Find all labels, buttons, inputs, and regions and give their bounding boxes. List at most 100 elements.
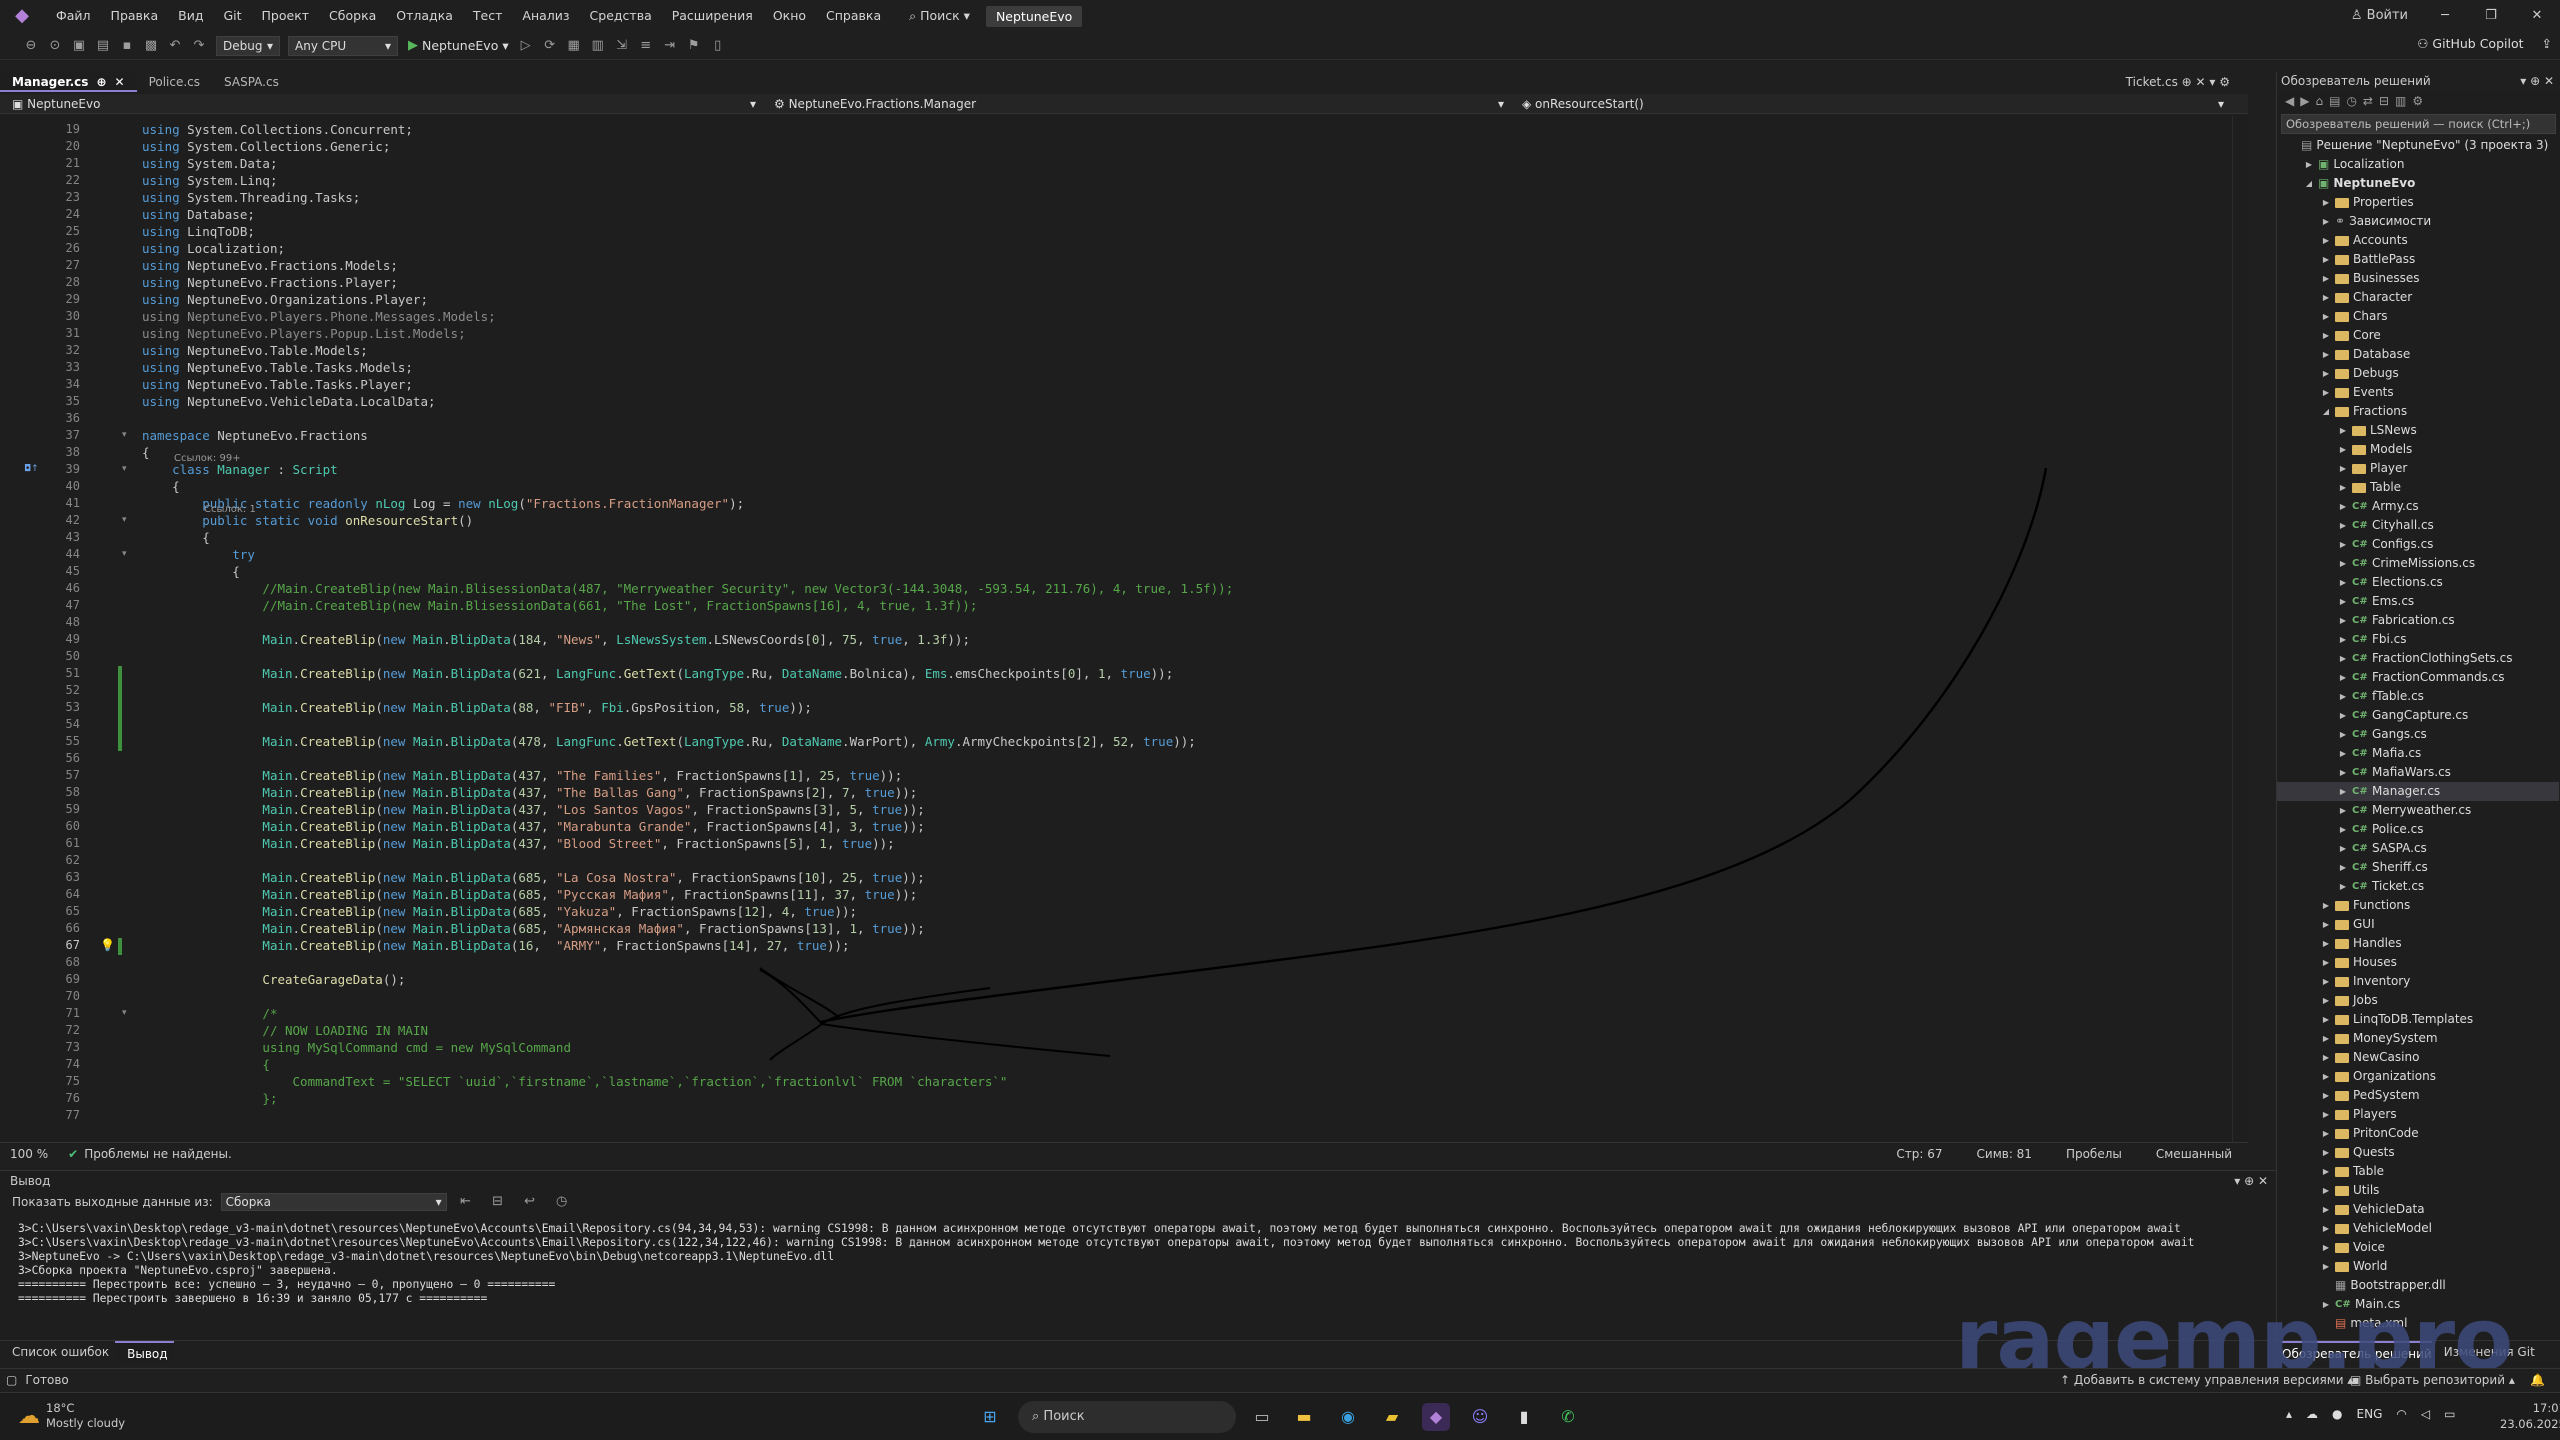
redo-icon[interactable]: ↷ <box>188 35 210 57</box>
platform-select[interactable]: Any CPU ▾ <box>288 35 398 56</box>
expand-chevron-icon[interactable]: ▶ <box>2321 915 2331 934</box>
maximize-button[interactable]: ❐ <box>2468 0 2514 32</box>
solution-tree-item[interactable]: ▶ Table <box>2321 1162 2384 1181</box>
solution-tree-item[interactable]: ▶ C# CrimeMissions.cs <box>2338 554 2475 573</box>
expand-chevron-icon[interactable]: ▶ <box>2321 896 2331 915</box>
expand-chevron-icon[interactable]: ▶ <box>2338 649 2348 668</box>
expand-chevron-icon[interactable]: ▶ <box>2338 668 2348 687</box>
code-line[interactable]: namespace NeptuneEvo.Fractions <box>142 428 368 443</box>
expand-chevron-icon[interactable]: ▶ <box>2304 155 2314 174</box>
code-line[interactable]: using Database; <box>142 207 255 222</box>
language-indicator[interactable]: ENG <box>2357 1407 2383 1421</box>
expand-chevron-icon[interactable]: ▶ <box>2338 421 2348 440</box>
code-line[interactable]: try <box>142 547 255 562</box>
solution-tree-item[interactable]: ▶ Businesses <box>2321 269 2420 288</box>
solution-name-badge[interactable]: NeptuneEvo <box>985 5 1083 27</box>
open-icon[interactable]: ▤ <box>92 35 114 57</box>
expand-chevron-icon[interactable]: ▶ <box>2338 554 2348 573</box>
code-line[interactable]: using NeptuneEvo.Organizations.Player; <box>142 292 428 307</box>
solution-tree-item[interactable]: ▶ Quests <box>2321 1143 2395 1162</box>
code-line[interactable]: Main.CreateBlip(new Main.BlipData(685, "… <box>142 870 924 885</box>
code-line[interactable]: Main.CreateBlip(new Main.BlipData(685, "… <box>142 887 917 902</box>
tab-ticket[interactable]: Ticket.cs ⊕ ✕ ▾ ⚙ <box>2126 72 2230 92</box>
expand-chevron-icon[interactable]: ▶ <box>2321 953 2331 972</box>
code-line[interactable]: { <box>142 1057 270 1072</box>
visual-studio-logo-icon[interactable]: ◆ <box>10 4 34 28</box>
solution-tree-item[interactable]: ▶ BattlePass <box>2321 250 2415 269</box>
menu-item-10[interactable]: Расширения <box>662 0 763 32</box>
code-line[interactable]: { <box>142 564 240 579</box>
step-icon[interactable]: ⇲ <box>611 35 633 57</box>
sync-icon[interactable]: ⇄ <box>2363 94 2373 108</box>
code-line[interactable]: Main.CreateBlip(new Main.BlipData(437, "… <box>142 802 924 817</box>
code-line[interactable]: Main.CreateBlip(new Main.BlipData(685, "… <box>142 904 857 919</box>
solution-tree-item[interactable]: ▶ Table <box>2338 478 2401 497</box>
expand-chevron-icon[interactable]: ▶ <box>2338 782 2348 801</box>
solution-tree-item[interactable]: ▶ Jobs <box>2321 991 2378 1010</box>
expand-chevron-icon[interactable]: ▶ <box>2321 307 2331 326</box>
word-wrap-icon[interactable]: ↩ <box>519 1191 541 1213</box>
class-dropdown[interactable]: ⚙ NeptuneEvo.Fractions.Manager ▾ <box>762 95 1510 113</box>
timestamp-icon[interactable]: ◷ <box>551 1191 573 1213</box>
expand-chevron-icon[interactable]: ▶ <box>2338 497 2348 516</box>
expand-chevron-icon[interactable]: ▶ <box>2338 820 2348 839</box>
expand-chevron-icon[interactable]: ▶ <box>2321 1124 2331 1143</box>
solution-tree-item[interactable]: ▶ World <box>2321 1257 2387 1276</box>
fold-toggle-icon[interactable]: ▾ <box>122 549 127 559</box>
switch-views-icon[interactable]: ▤ <box>2329 94 2340 108</box>
problems-status[interactable]: Проблемы не найдены. <box>84 1147 232 1161</box>
code-line[interactable]: { <box>142 479 180 494</box>
save-all-icon[interactable]: ▩ <box>140 35 162 57</box>
expand-chevron-icon[interactable]: ◢ <box>2321 402 2331 421</box>
task-view-icon[interactable]: ▭ <box>1248 1403 1276 1431</box>
solution-tree-item[interactable]: ▶ C# Army.cs <box>2338 497 2419 516</box>
code-line[interactable]: using NeptuneEvo.Fractions.Player; <box>142 275 398 290</box>
share-icon[interactable]: ⇪ <box>2542 36 2552 51</box>
solution-tree-item[interactable]: ▶ ⚭ Зависимости <box>2321 212 2431 231</box>
solution-config-icon[interactable]: ▦ <box>563 35 585 57</box>
expand-chevron-icon[interactable]: ▶ <box>2321 231 2331 250</box>
solution-tree-item[interactable]: ▶ Player <box>2338 459 2407 478</box>
menu-item-7[interactable]: Тест <box>463 0 512 32</box>
expand-chevron-icon[interactable]: ▶ <box>2321 1143 2331 1162</box>
tab-error-list[interactable]: Список ошибок <box>0 1341 115 1362</box>
tab-manager[interactable]: Manager.cs ⊕ ✕ <box>0 72 137 92</box>
tray-chevron-icon[interactable]: ▴ <box>2286 1407 2292 1421</box>
fold-toggle-icon[interactable]: ▾ <box>122 1008 127 1018</box>
code-line[interactable]: Main.CreateBlip(new Main.BlipData(478, L… <box>142 734 1195 749</box>
code-line[interactable]: using NeptuneEvo.Table.Tasks.Player; <box>142 377 413 392</box>
indent-icon[interactable]: ⇥ <box>659 35 681 57</box>
solution-tree-item[interactable]: ▶ C# Merryweather.cs <box>2338 801 2471 820</box>
layout-icon[interactable]: ▥ <box>587 35 609 57</box>
search-box[interactable]: ⌕ Поиск ▾ <box>899 8 980 24</box>
solution-tree-item[interactable]: ▶ Character <box>2321 288 2412 307</box>
code-line[interactable]: using NeptuneEvo.VehicleData.LocalData; <box>142 394 436 409</box>
expand-chevron-icon[interactable]: ▶ <box>2321 269 2331 288</box>
weather-widget[interactable]: ☁ 18°C Mostly cloudy <box>18 1401 125 1431</box>
expand-chevron-icon[interactable]: ▶ <box>2321 1029 2331 1048</box>
solution-tree-item[interactable]: ◢ Fractions <box>2321 402 2407 421</box>
solution-tree-item[interactable]: ▶ PedSystem <box>2321 1086 2420 1105</box>
expand-chevron-icon[interactable]: ▶ <box>2321 1257 2331 1276</box>
expand-chevron-icon[interactable]: ▶ <box>2321 288 2331 307</box>
expand-chevron-icon[interactable]: ▶ <box>2338 725 2348 744</box>
zoom-level[interactable]: 100 % <box>10 1147 48 1161</box>
network-tray-icon[interactable]: ☁ <box>2306 1407 2318 1421</box>
code-line[interactable]: }; <box>142 1091 277 1106</box>
taskbar-search[interactable]: ⌕ Поиск <box>1018 1401 1236 1433</box>
panel-controls[interactable]: ▾ ⊕ ✕ <box>2234 1171 2268 1191</box>
expand-chevron-icon[interactable]: ▶ <box>2338 592 2348 611</box>
code-line[interactable]: using MySqlCommand cmd = new MySqlComman… <box>142 1040 571 1055</box>
expand-chevron-icon[interactable]: ▶ <box>2338 535 2348 554</box>
editor-vertical-scrollbar[interactable] <box>2232 116 2248 1142</box>
solution-tree-item[interactable]: ▶ C# FractionClothingSets.cs <box>2338 649 2513 668</box>
start-debug-button[interactable]: ▶ NeptuneEvo ▾ <box>408 38 509 53</box>
expand-chevron-icon[interactable]: ▶ <box>2321 1219 2331 1238</box>
solution-tree-item[interactable]: ▶ Debugs <box>2321 364 2399 383</box>
solution-tree-item[interactable]: ▶ Properties <box>2321 193 2414 212</box>
mic-icon[interactable]: ● <box>2332 1407 2342 1421</box>
add-to-source-control[interactable]: ↑ Добавить в систему управления версиями… <box>2060 1369 2353 1391</box>
expand-chevron-icon[interactable]: ▶ <box>2338 516 2348 535</box>
expand-chevron-icon[interactable]: ▶ <box>2338 459 2348 478</box>
whatsapp-icon[interactable]: ✆ <box>1554 1403 1582 1431</box>
